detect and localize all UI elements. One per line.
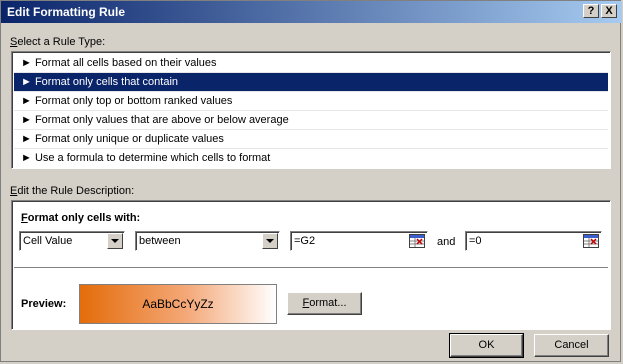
close-button[interactable]: X [601,4,617,18]
section-divider [14,267,608,268]
edit-formatting-rule-dialog: Edit Formatting Rule ? X Select a Rule T… [0,0,622,362]
chevron-down-icon[interactable] [262,233,278,249]
value2-input[interactable]: =0 [465,231,602,251]
rule-description-label: Edit the Rule Description: [10,185,134,197]
heading-accel: F [21,212,28,224]
cancel-button[interactable]: Cancel [534,334,609,357]
rule-item-above-below-average[interactable]: ► Format only values that are above or b… [14,111,608,130]
format-button-label: ormat... [309,297,347,309]
rule-item-top-bottom[interactable]: ► Format only top or bottom ranked value… [14,92,608,111]
format-only-cells-heading: Format only cells with: [21,212,140,224]
format-button[interactable]: Format... [287,292,362,315]
condition-type-value: Cell Value [23,235,73,247]
value1-text: =G2 [294,235,316,247]
rule-description-label-text: dit the Rule Description: [17,185,135,197]
operator-value: between [139,235,181,247]
preview-label: Preview: [21,298,67,310]
value1-input[interactable]: =G2 [290,231,428,251]
rule-type-label: Select a Rule Type: [10,36,105,48]
rule-item-all-cells[interactable]: ► Format all cells based on their values [14,54,608,73]
title-bar[interactable]: Edit Formatting Rule ? X [1,1,622,23]
rule-item-unique-duplicate[interactable]: ► Format only unique or duplicate values [14,130,608,149]
dialog-title: Edit Formatting Rule [7,5,125,19]
format-preview: AaBbCcYyZz [79,284,277,324]
rule-type-list[interactable]: ► Format all cells based on their values… [11,51,611,169]
condition-type-dropdown[interactable]: Cell Value [19,231,125,251]
rule-item-formula[interactable]: ► Use a formula to determine which cells… [14,149,608,168]
operator-dropdown[interactable]: between [135,231,280,251]
ok-button[interactable]: OK [449,333,524,358]
chevron-down-icon[interactable] [107,233,123,249]
rule-item-cells-that-contain[interactable]: ► Format only cells that contain [14,73,608,92]
value2-text: =0 [469,235,482,247]
range-selector-icon[interactable] [409,234,425,248]
and-label: and [437,236,456,248]
heading-text: ormat only cells with: [27,212,141,224]
range-selector-icon[interactable] [583,234,599,248]
help-button[interactable]: ? [583,4,599,18]
rule-type-label-text: elect a Rule Type: [17,36,106,48]
